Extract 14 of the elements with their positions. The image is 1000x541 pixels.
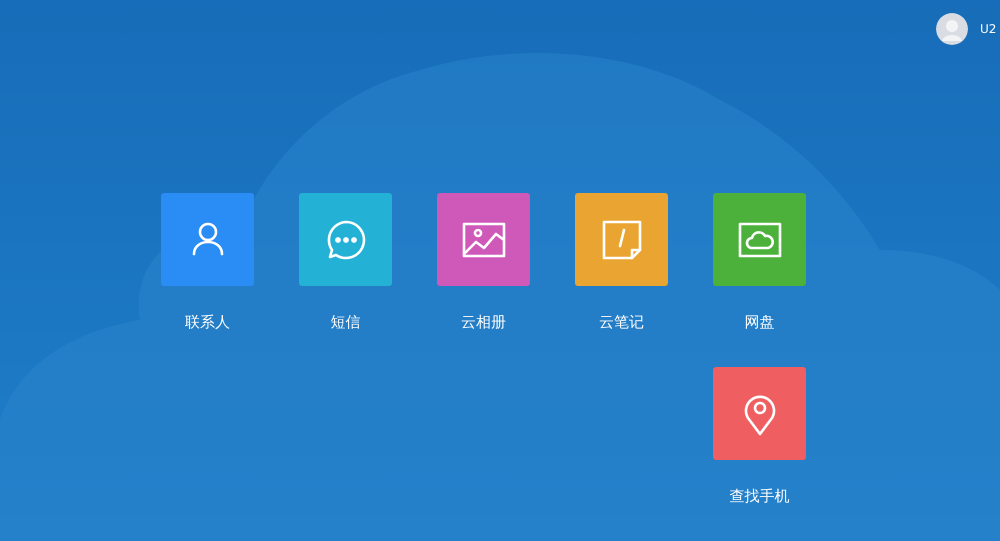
app-tile[interactable] (713, 367, 806, 460)
app-label[interactable]: 云笔记 (599, 313, 644, 331)
app-label[interactable]: 云相册 (461, 313, 506, 331)
app-label[interactable]: 网盘 (744, 313, 774, 331)
app-tile[interactable] (437, 193, 530, 286)
app-tile[interactable] (299, 193, 392, 286)
app-tile[interactable] (575, 193, 668, 286)
app-label[interactable]: 联系人 (185, 313, 230, 331)
avatar-icon[interactable] (936, 13, 968, 45)
app-tile[interactable] (161, 193, 254, 286)
app-tile[interactable] (713, 193, 806, 286)
user-name[interactable]: U2 (980, 22, 1000, 36)
app-label[interactable]: 查找手机 (730, 487, 790, 505)
app-label[interactable]: 短信 (330, 313, 360, 331)
